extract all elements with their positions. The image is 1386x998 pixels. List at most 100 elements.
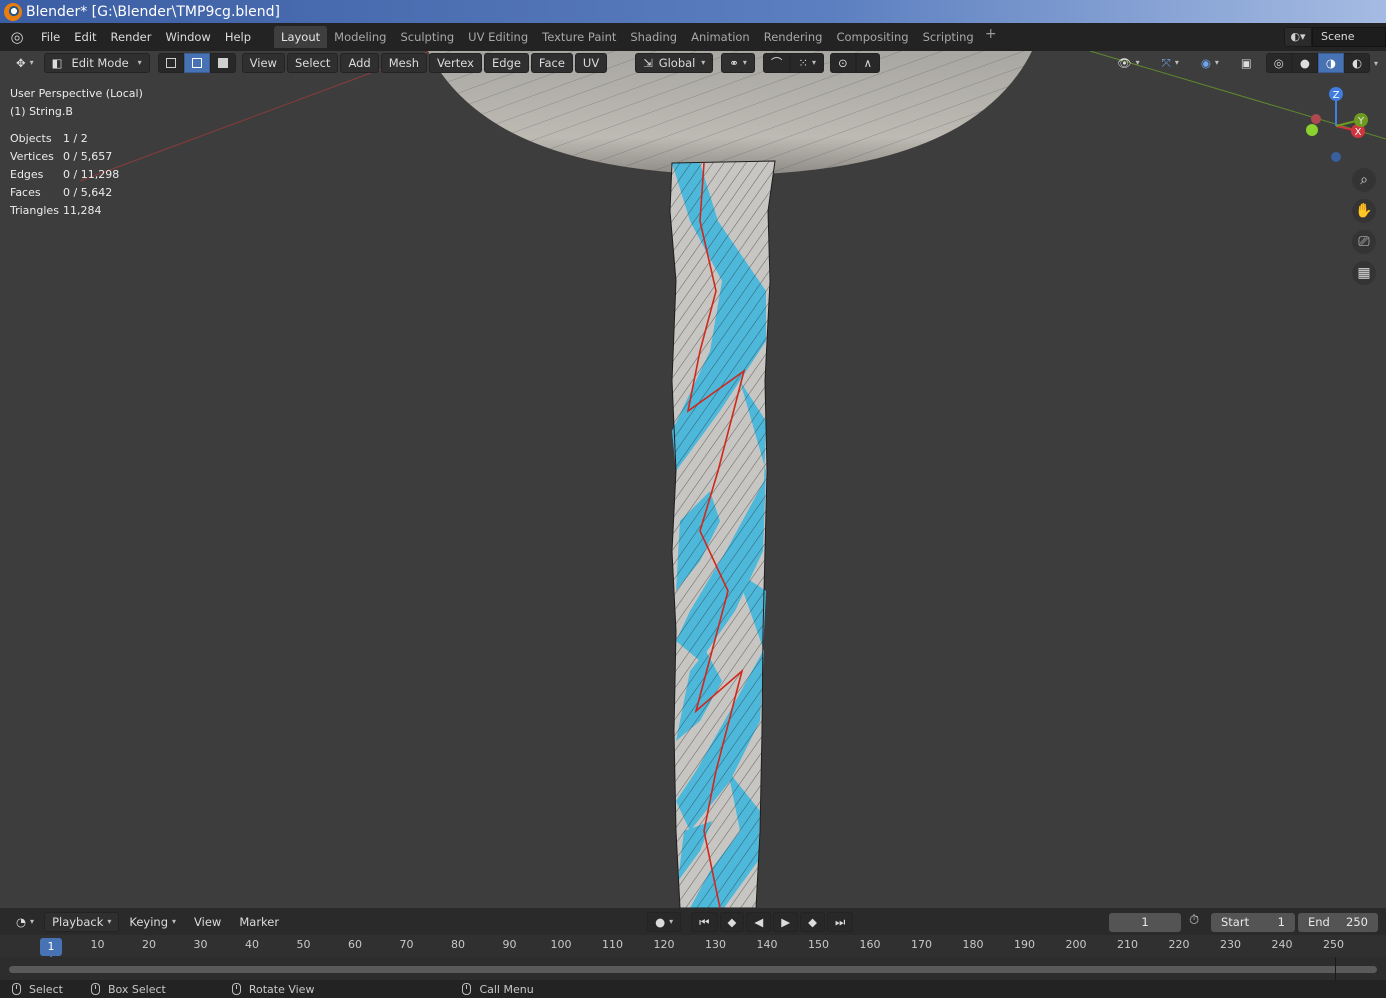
status-select: Select bbox=[29, 982, 63, 996]
shading-mode-group: ◎ ● ◑ ◐ bbox=[1265, 53, 1370, 73]
scene-icon[interactable]: ◐▾ bbox=[1284, 27, 1312, 47]
keying-menu[interactable]: Keying ▾ bbox=[121, 912, 184, 932]
scene-name-field[interactable]: Scene bbox=[1312, 27, 1386, 47]
blender-logo-icon bbox=[4, 2, 22, 21]
zoom-icon[interactable]: ⌕ bbox=[1352, 168, 1376, 192]
perspective-grid-icon[interactable]: ▦ bbox=[1352, 261, 1376, 285]
frame-tick-label: 200 bbox=[1065, 938, 1087, 951]
viewport-info: User Perspective (Local) (1) String.B bbox=[10, 85, 143, 121]
next-keyframe-icon[interactable]: ◆ bbox=[800, 912, 825, 932]
menu-select[interactable]: Select bbox=[286, 53, 339, 73]
visibility-icon[interactable]: 👁 ▾ bbox=[1109, 53, 1148, 73]
frame-tick-label: 110 bbox=[602, 938, 623, 951]
add-workspace-icon[interactable]: + bbox=[981, 26, 1001, 48]
camera-view-icon[interactable]: ⎚ bbox=[1352, 230, 1376, 254]
frame-ruler[interactable]: 10 20 30 40 50 60 70 80 90 100 110 120 130 140 150 160 1… bbox=[0, 935, 1386, 957]
menu-render[interactable]: Render bbox=[104, 27, 159, 47]
select-mode-group bbox=[157, 53, 236, 73]
view-name: User Perspective (Local) bbox=[10, 87, 143, 100]
timeline-scrollbar[interactable] bbox=[9, 966, 1377, 973]
material-preview-icon[interactable]: ◑ bbox=[1317, 53, 1344, 73]
orientation-label: Global bbox=[658, 56, 696, 70]
frame-tick-label: 240 bbox=[1271, 938, 1293, 951]
shading-options-icon[interactable]: ▾ bbox=[1374, 59, 1378, 68]
tab-modeling[interactable]: Modeling bbox=[327, 26, 393, 48]
menu-help[interactable]: Help bbox=[218, 27, 258, 47]
play-icon[interactable]: ▶ bbox=[773, 912, 799, 932]
preview-range-icon[interactable]: ⏱ bbox=[1189, 913, 1199, 928]
menu-window[interactable]: Window bbox=[158, 27, 217, 47]
timeline-editor: ◔ ▾ Playback ▾ Keying ▾ View Marker ● ▾ ⏮ … bbox=[0, 908, 1386, 980]
menu-file[interactable]: File bbox=[34, 27, 67, 47]
wireframe-shading-icon[interactable]: ◎ bbox=[1265, 53, 1292, 73]
menu-edit[interactable]: Edit bbox=[67, 27, 103, 47]
frame-tick-label: 170 bbox=[911, 938, 932, 951]
tab-animation[interactable]: Animation bbox=[684, 26, 757, 48]
tab-compositing[interactable]: Compositing bbox=[829, 26, 915, 48]
end-frame-marker bbox=[1335, 957, 1336, 980]
proportional-falloff-icon[interactable]: ∧ bbox=[855, 53, 881, 73]
tab-texture-paint[interactable]: Texture Paint bbox=[535, 26, 623, 48]
drag-mouse-icon bbox=[90, 983, 100, 995]
frame-tick-label: 70 bbox=[399, 938, 414, 951]
solid-shading-icon[interactable]: ● bbox=[1291, 53, 1318, 73]
frame-tick-label: 150 bbox=[808, 938, 829, 951]
jump-start-icon[interactable]: ⏮ bbox=[691, 912, 718, 932]
menu-vertex[interactable]: Vertex bbox=[428, 53, 482, 73]
prev-keyframe-icon[interactable]: ◆ bbox=[719, 912, 745, 932]
menu-edge[interactable]: Edge bbox=[483, 53, 529, 73]
start-frame-field[interactable]: Start 1 bbox=[1211, 912, 1295, 932]
transform-orientation-dropdown[interactable]: ⇲ Global ▾ bbox=[635, 53, 714, 73]
3d-viewport[interactable]: ✥ ▾ ◧ Edit Mode ▾ View Select Add Mesh V… bbox=[0, 51, 1386, 908]
snap-target-icon[interactable]: ⁙ ▾ bbox=[790, 53, 825, 73]
end-frame-field[interactable]: End 250 bbox=[1298, 912, 1378, 932]
gizmo-toggle-icon[interactable]: ⤧ ▾ bbox=[1154, 53, 1187, 73]
frame-tick-label: 180 bbox=[962, 938, 984, 951]
scene-selector[interactable]: ◐▾ Scene bbox=[1284, 27, 1386, 47]
frame-tick-label: 40 bbox=[245, 938, 259, 951]
xray-toggle-icon[interactable]: ▣ bbox=[1233, 53, 1260, 73]
tab-sculpting[interactable]: Sculpting bbox=[393, 26, 461, 48]
snap-toggle-icon[interactable]: ⌒ bbox=[762, 53, 791, 73]
menu-mesh[interactable]: Mesh bbox=[380, 53, 427, 73]
overlay-toggle-icon[interactable]: ◉ ▾ bbox=[1193, 53, 1227, 73]
jump-end-icon[interactable]: ⏭ bbox=[826, 912, 854, 932]
tab-shading[interactable]: Shading bbox=[623, 26, 684, 48]
marker-menu[interactable]: Marker bbox=[231, 912, 287, 932]
vertex-select-button[interactable] bbox=[157, 53, 184, 73]
pivot-point-dropdown[interactable]: ⚭ ▾ bbox=[721, 53, 755, 73]
timeline-editor-type-icon[interactable]: ◔ ▾ bbox=[8, 912, 42, 932]
menu-face[interactable]: Face bbox=[530, 53, 573, 73]
stat-row: Triangles 11,284 bbox=[10, 204, 102, 217]
current-frame-field[interactable]: 1 bbox=[1109, 912, 1181, 932]
frame-tick-label: 10 bbox=[90, 938, 105, 951]
play-reverse-icon[interactable]: ◀ bbox=[746, 912, 772, 932]
status-call-menu: Call Menu bbox=[479, 982, 534, 996]
face-select-button[interactable] bbox=[209, 53, 236, 73]
proportional-edit-icon[interactable]: ⊙ bbox=[830, 53, 856, 73]
right-mouse-icon bbox=[462, 983, 472, 995]
mode-label: Edit Mode bbox=[71, 56, 129, 70]
stat-row: Faces 0 / 5,642 bbox=[10, 186, 113, 199]
mode-icon: ◧ bbox=[51, 56, 63, 70]
menu-add[interactable]: Add bbox=[340, 53, 379, 73]
navigation-gizmo[interactable]: Z X Y bbox=[1286, 81, 1386, 181]
tab-uv-editing[interactable]: UV Editing bbox=[461, 26, 535, 48]
pan-hand-icon[interactable]: ✋ bbox=[1352, 199, 1376, 223]
playhead-frame-indicator[interactable]: 1 bbox=[40, 938, 62, 956]
playback-menu[interactable]: Playback ▾ bbox=[44, 912, 120, 932]
window-title: Blender* [G:\Blender\TMP9cg.blend] bbox=[26, 3, 281, 20]
editor-type-button[interactable]: ✥ ▾ bbox=[8, 53, 42, 73]
tab-rendering[interactable]: Rendering bbox=[757, 26, 830, 48]
timeline-track[interactable] bbox=[0, 957, 1386, 980]
rendered-shading-icon[interactable]: ◐ bbox=[1343, 53, 1370, 73]
mode-dropdown[interactable]: ◧ Edit Mode ▾ bbox=[43, 53, 150, 73]
edge-select-button[interactable] bbox=[183, 53, 210, 73]
blender-menu-icon[interactable]: ◎ bbox=[8, 28, 26, 46]
tab-scripting[interactable]: Scripting bbox=[916, 26, 981, 48]
tab-layout[interactable]: Layout bbox=[274, 26, 328, 48]
menu-uv[interactable]: UV bbox=[574, 53, 608, 73]
timeline-view-menu[interactable]: View bbox=[186, 912, 229, 932]
auto-keying-record-icon[interactable]: ● ▾ bbox=[647, 912, 682, 932]
menu-view[interactable]: View bbox=[241, 53, 285, 73]
